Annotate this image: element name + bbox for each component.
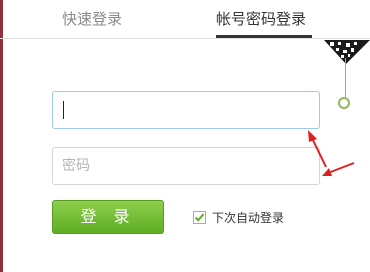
tab-quick-login[interactable]: 快速登录 [62, 6, 122, 32]
qr-code-corner-icon[interactable] [324, 40, 370, 64]
qr-connector-dot [338, 97, 350, 109]
auto-login-label: 下次自动登录 [212, 211, 285, 225]
tab-account-password-login[interactable]: 帐号密码登录 [216, 6, 306, 32]
auto-login-checkbox[interactable] [193, 211, 206, 224]
checkmark-icon [194, 213, 205, 222]
text-caret [63, 101, 64, 119]
window-left-edge [0, 0, 3, 272]
account-input[interactable] [52, 91, 320, 129]
qr-connector-line [345, 58, 346, 98]
password-input[interactable] [52, 147, 320, 185]
tabs-divider [0, 38, 370, 39]
login-button[interactable]: 登 录 [52, 200, 164, 234]
red-arrow-icon [322, 162, 355, 176]
